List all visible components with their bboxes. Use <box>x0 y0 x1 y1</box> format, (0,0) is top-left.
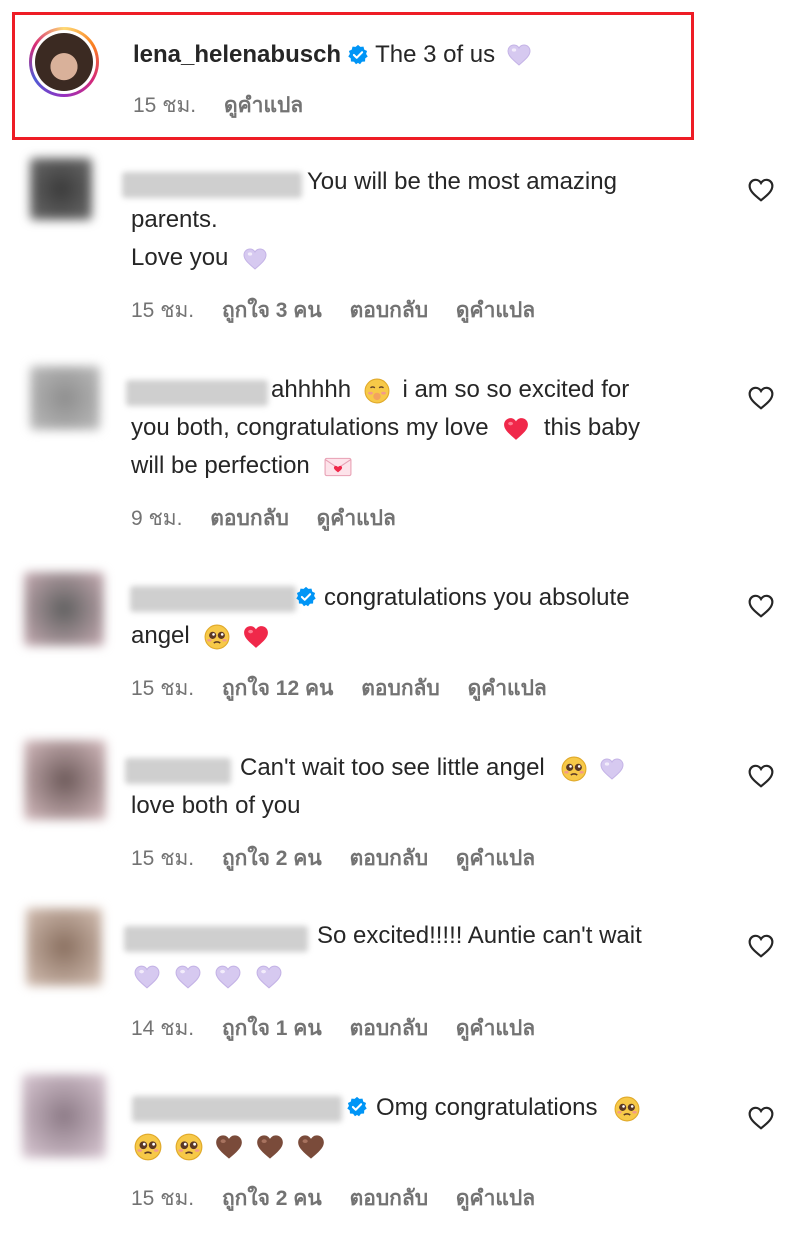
lavender-heart-icon <box>243 248 267 270</box>
caption-translate-link[interactable]: ดูคำแปล <box>224 94 303 117</box>
likes-count[interactable]: ถูกใจ 1 คน <box>222 1017 322 1040</box>
translate-link[interactable]: ดูคำแปล <box>456 847 535 870</box>
love-letter-icon <box>324 456 352 478</box>
comment-text: You will be the most amazing <box>307 168 617 195</box>
translate-link[interactable]: ดูคำแปล <box>468 677 547 700</box>
caption-line: lena_helenabusch The 3 of us <box>133 41 531 69</box>
commenter-username[interactable] <box>122 172 302 198</box>
pleading-face-icon <box>614 1096 640 1122</box>
pleading-face-icon <box>175 1133 203 1161</box>
comment-text: ahhhhh i am so so excited for <box>271 376 630 404</box>
reply-link[interactable]: ตอบกลับ <box>350 299 429 322</box>
pleading-face-icon <box>204 624 230 650</box>
commenter-username[interactable] <box>132 1096 342 1122</box>
commenter-avatar[interactable] <box>26 908 102 986</box>
commenter-avatar[interactable] <box>30 158 92 220</box>
comment-emojis <box>134 957 282 995</box>
caption-text: The 3 of us <box>375 41 496 68</box>
comment-time: 15 ชม. <box>131 847 195 870</box>
like-heart-icon[interactable] <box>748 594 774 618</box>
brown-heart-icon <box>256 1134 284 1160</box>
pleading-face-icon <box>561 756 587 782</box>
caption-meta: 15 ชม. ดูคำแปล <box>133 89 325 122</box>
comment-text: Omg congratulations <box>376 1089 640 1127</box>
commenter-username[interactable] <box>125 758 231 784</box>
comment-time: 14 ชม. <box>131 1017 195 1040</box>
comment-meta: 15 ชม. ถูกใจ 3 คน ตอบกลับ ดูคำแปล <box>131 294 557 327</box>
lavender-heart-icon <box>507 44 531 66</box>
brown-heart-icon <box>297 1134 325 1160</box>
author-avatar[interactable] <box>29 27 99 97</box>
translate-link[interactable]: ดูคำแปล <box>456 1187 535 1210</box>
comment-meta: 15 ชม. ถูกใจ 12 คน ตอบกลับ ดูคำแปล <box>131 672 569 705</box>
brown-heart-icon <box>215 1134 243 1160</box>
commenter-username[interactable] <box>130 586 296 612</box>
verified-badge-icon <box>346 1096 368 1118</box>
comment-meta: 14 ชม. ถูกใจ 1 คน ตอบกลับ ดูคำแปล <box>131 1012 557 1045</box>
verified-badge-icon <box>347 44 369 66</box>
comment-meta: 15 ชม. ถูกใจ 2 คน ตอบกลับ ดูคำแปล <box>131 1182 557 1215</box>
commenter-username[interactable] <box>126 380 268 406</box>
caption-highlight: lena_helenabusch The 3 of us 15 ชม. ดูคำ… <box>12 12 694 140</box>
comment-time: 15 ชม. <box>131 1187 195 1210</box>
likes-count[interactable]: ถูกใจ 2 คน <box>222 1187 322 1210</box>
like-heart-icon[interactable] <box>748 1106 774 1130</box>
red-heart-icon <box>503 417 529 441</box>
comment-text: So excited!!!!! Auntie can't wait <box>317 922 642 949</box>
caption-username[interactable]: lena_helenabusch <box>133 41 341 69</box>
comment-text: parents. <box>131 206 218 233</box>
translate-link[interactable]: ดูคำแปล <box>317 507 396 530</box>
comment-text: angel <box>131 617 269 655</box>
commenter-username[interactable] <box>124 926 308 952</box>
comment-time: 15 ชม. <box>131 299 195 322</box>
reply-link[interactable]: ตอบกลับ <box>350 847 429 870</box>
reply-link[interactable]: ตอบกลับ <box>350 1187 429 1210</box>
likes-count[interactable]: ถูกใจ 12 คน <box>222 677 333 700</box>
comment-time: 9 ชม. <box>131 507 183 530</box>
verified-badge-icon <box>295 586 317 608</box>
caption-time: 15 ชม. <box>133 94 197 117</box>
like-heart-icon[interactable] <box>748 764 774 788</box>
comment-time: 15 ชม. <box>131 677 195 700</box>
like-heart-icon[interactable] <box>748 934 774 958</box>
commenter-avatar[interactable] <box>22 1074 106 1158</box>
reply-link[interactable]: ตอบกลับ <box>361 677 440 700</box>
commenter-avatar[interactable] <box>24 740 106 820</box>
comment-text: Can't wait too see little angel <box>240 749 624 787</box>
comment-meta: 15 ชม. ถูกใจ 2 คน ตอบกลับ ดูคำแปล <box>131 842 557 875</box>
lavender-heart-icon <box>600 758 624 780</box>
red-heart-icon <box>243 625 269 649</box>
pleading-face-icon <box>134 1133 162 1161</box>
like-heart-icon[interactable] <box>748 386 774 410</box>
reply-link[interactable]: ตอบกลับ <box>350 1017 429 1040</box>
comment-text: will be perfection <box>131 447 352 485</box>
likes-count[interactable]: ถูกใจ 3 คน <box>222 299 322 322</box>
comment-meta: 9 ชม. ตอบกลับ ดูคำแปล <box>131 502 418 535</box>
commenter-avatar[interactable] <box>30 366 100 430</box>
likes-count[interactable]: ถูกใจ 2 คน <box>222 847 322 870</box>
like-heart-icon[interactable] <box>748 178 774 202</box>
translate-link[interactable]: ดูคำแปล <box>456 1017 535 1040</box>
translate-link[interactable]: ดูคำแปล <box>456 299 535 322</box>
lavender-heart-icon <box>215 965 241 989</box>
lavender-heart-icon <box>134 965 160 989</box>
comment-text: love both of you <box>131 792 301 819</box>
commenter-avatar[interactable] <box>24 572 104 646</box>
comment-text: Love you <box>131 239 267 277</box>
shy-face-icon <box>364 378 390 404</box>
reply-link[interactable]: ตอบกลับ <box>210 507 289 530</box>
comment-text: you both, congratulations my love this b… <box>131 414 640 441</box>
comment-text: congratulations you absolute <box>324 584 630 611</box>
lavender-heart-icon <box>175 965 201 989</box>
comment-emojis <box>134 1127 325 1165</box>
lavender-heart-icon <box>256 965 282 989</box>
